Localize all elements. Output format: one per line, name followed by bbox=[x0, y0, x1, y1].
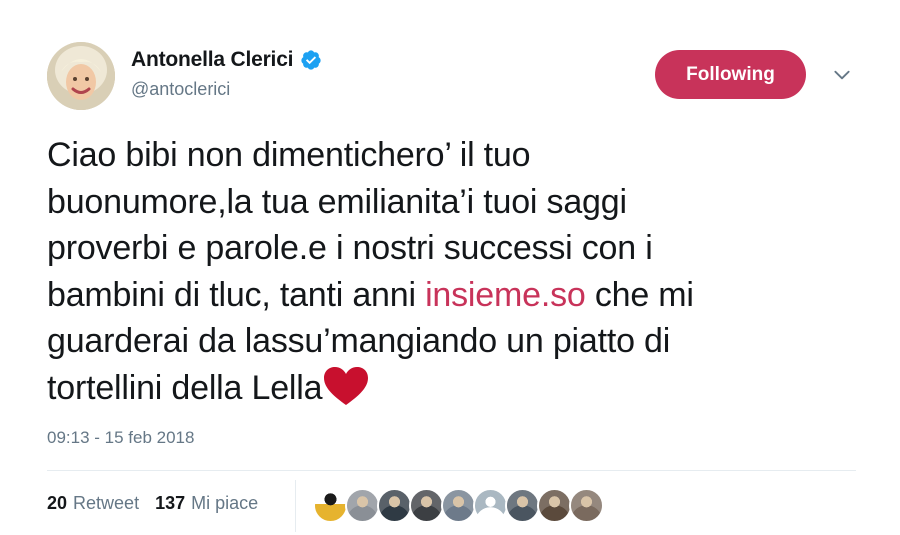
tweet-text-line: bambini di tluc, tanti anni insieme.so c… bbox=[47, 272, 837, 319]
liker-avatar-6-icon[interactable] bbox=[473, 488, 508, 523]
following-button[interactable]: Following bbox=[655, 50, 806, 99]
retweet-count[interactable]: 20 Retweet bbox=[47, 493, 139, 514]
stats-separator bbox=[295, 480, 296, 532]
tweet-text-line: tortellini della Lella bbox=[47, 365, 837, 412]
tweet-text-line: proverbi e parole.e i nostri successi co… bbox=[47, 229, 653, 267]
like-count-value: 137 bbox=[155, 493, 186, 513]
retweet-count-label: Retweet bbox=[73, 493, 140, 513]
like-count[interactable]: 137 Mi piace bbox=[155, 493, 258, 514]
author-display-name[interactable]: Antonella Clerici bbox=[131, 48, 294, 72]
liker-avatar-7-icon[interactable] bbox=[505, 488, 540, 523]
liker-avatars bbox=[313, 488, 604, 523]
tweet-link[interactable]: insieme.so bbox=[425, 276, 586, 314]
liker-avatar-5-icon[interactable] bbox=[441, 488, 476, 523]
red-heart-icon bbox=[322, 365, 370, 407]
author-handle[interactable]: @antoclerici bbox=[131, 79, 230, 100]
author-name-row[interactable]: Antonella Clerici bbox=[131, 48, 322, 72]
liker-avatar-1-icon[interactable] bbox=[313, 488, 348, 523]
tweet-text-line: buonumore,la tua emilianita’i tuoi saggi bbox=[47, 182, 627, 221]
stats-divider bbox=[47, 470, 856, 471]
chevron-down-icon[interactable] bbox=[831, 64, 853, 86]
retweet-count-value: 20 bbox=[47, 493, 68, 513]
liker-avatar-2-icon[interactable] bbox=[345, 488, 380, 523]
liker-avatar-4-icon[interactable] bbox=[409, 488, 444, 523]
author-avatar[interactable] bbox=[47, 42, 115, 110]
verified-badge-icon bbox=[300, 49, 322, 71]
tweet-text: Ciao bibi non dimentichero’ il tuo buonu… bbox=[47, 132, 837, 411]
profile-photo-icon bbox=[47, 42, 115, 110]
tweet-card: Antonella Clerici @antoclerici Following… bbox=[0, 0, 900, 535]
liker-avatar-9-icon[interactable] bbox=[569, 488, 604, 523]
liker-avatar-8-icon[interactable] bbox=[537, 488, 572, 523]
like-count-label: Mi piace bbox=[191, 493, 259, 513]
tweet-text-segment: che mi bbox=[585, 275, 694, 314]
tweet-stats: 20 Retweet 137 Mi piace bbox=[47, 493, 258, 514]
tweet-text-line: guarderai da lassu’mangiando un piatto d… bbox=[47, 322, 671, 360]
tweet-timestamp[interactable]: 09:13 - 15 feb 2018 bbox=[47, 428, 194, 448]
tweet-text-line: Ciao bibi non dimentichero’ il tuo bbox=[47, 136, 531, 174]
tweet-text-segment: bambini di tluc, tanti anni bbox=[47, 275, 426, 314]
liker-avatar-3-icon[interactable] bbox=[377, 488, 412, 523]
tweet-text-segment: tortellini della Lella bbox=[47, 368, 323, 407]
